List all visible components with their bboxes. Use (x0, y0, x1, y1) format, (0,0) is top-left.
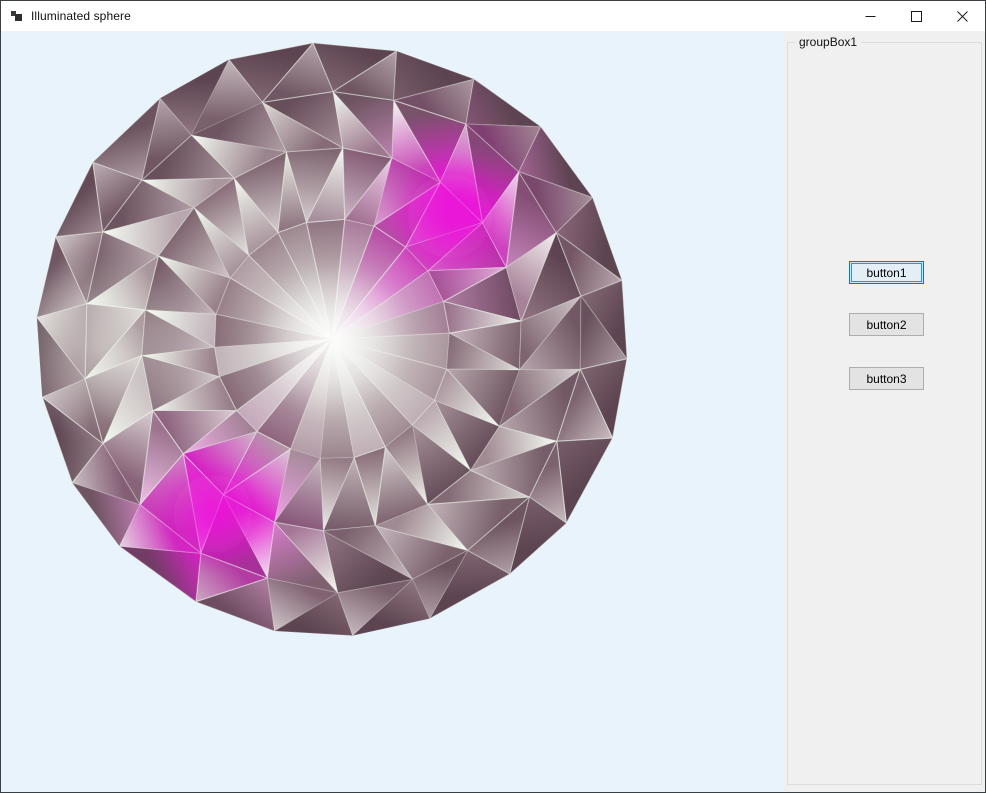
window-title: Illuminated sphere (31, 9, 131, 23)
illuminated-sphere (1, 32, 783, 793)
button3[interactable]: button3 (849, 367, 924, 390)
sphere-render-canvas (1, 32, 783, 793)
close-button[interactable] (939, 1, 985, 31)
app-icon (9, 8, 25, 24)
close-icon (957, 11, 968, 22)
groupbox-label: groupBox1 (795, 35, 861, 50)
minimize-icon (865, 11, 876, 22)
minimize-button[interactable] (847, 1, 893, 31)
titlebar[interactable]: Illuminated sphere (1, 1, 985, 32)
maximize-button[interactable] (893, 1, 939, 31)
groupbox1: groupBox1 button1 button2 button3 (787, 42, 982, 785)
window-controls (847, 1, 985, 31)
side-panel: groupBox1 button1 button2 button3 (783, 32, 985, 793)
client-area: groupBox1 button1 button2 button3 (1, 32, 985, 793)
app-window: Illuminated sphere (0, 0, 986, 793)
button2[interactable]: button2 (849, 313, 924, 336)
button1[interactable]: button1 (849, 261, 924, 284)
maximize-icon (911, 11, 922, 22)
